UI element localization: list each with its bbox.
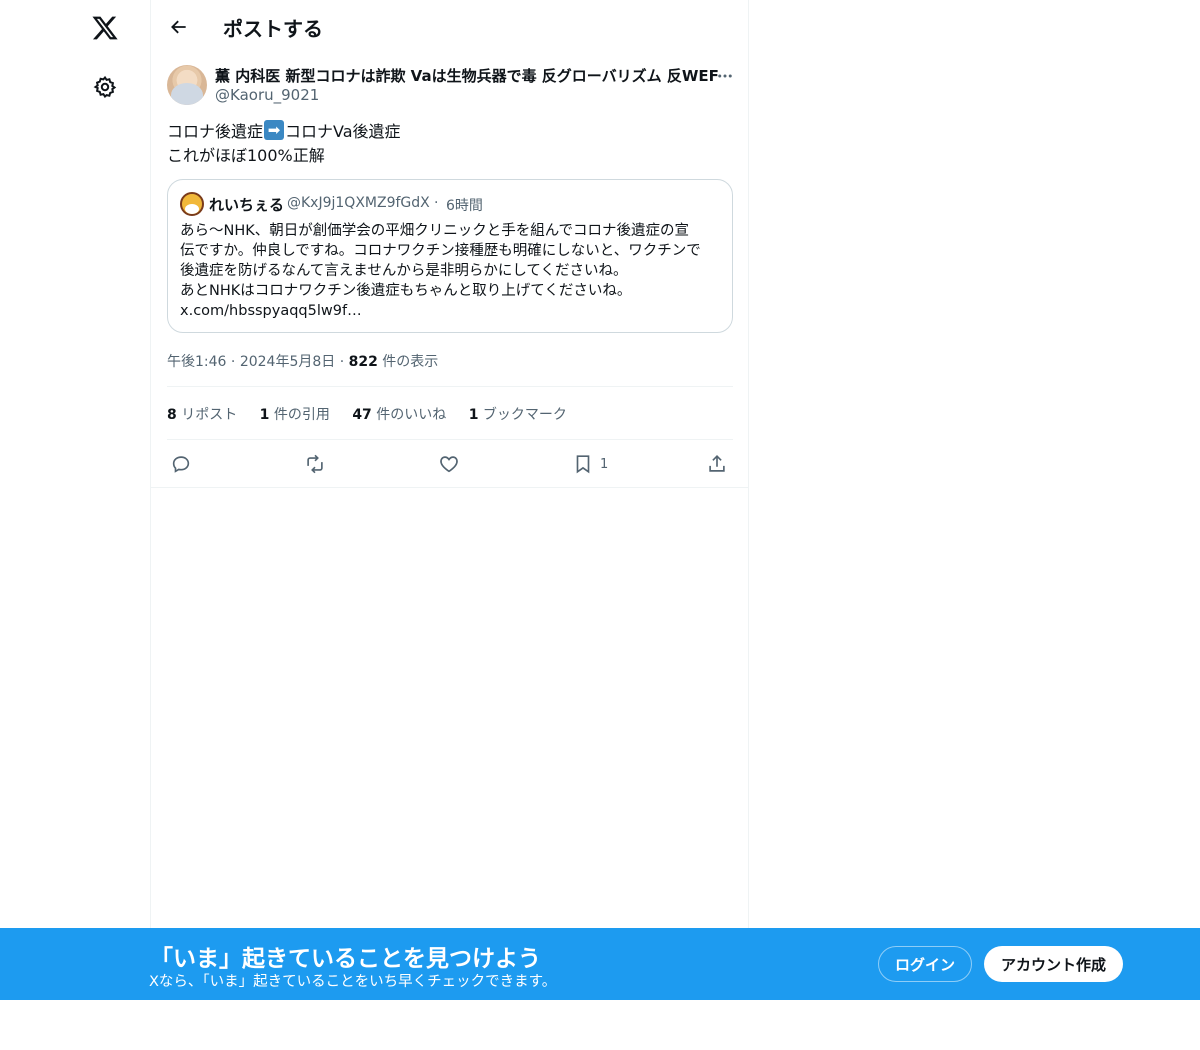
quote-text: あら〜NHK、朝日が創価学会の平畑クリニックと手を組んでコロナ後遺症の宣 伝です… [180, 221, 722, 321]
tweet-text-line: これがほぼ100%正解 [167, 146, 325, 165]
bookmark-count: 1 [600, 456, 609, 472]
quotes-label: 件の引用 [269, 407, 330, 423]
heart-icon [440, 456, 458, 473]
divider [167, 439, 733, 440]
quote-text-line: あとNHKはコロナワクチン後遺症もちゃんと取り上げてくださいね。 [180, 283, 632, 299]
reposts-label: リポスト [176, 407, 238, 423]
quote-text-line: 伝ですか。仲良しですね。コロナワクチン接種歴も明確にしないと、ワクチンで [180, 243, 701, 259]
x-logo-icon[interactable] [87, 10, 123, 46]
tweet-text: コロナ後遺症 コロナVa後遺症 これがほぼ100%正解 [167, 120, 733, 168]
quote-time: 6時間 [446, 198, 483, 214]
quotes-count: 1 [259, 407, 270, 423]
repost-button[interactable] [304, 449, 326, 479]
signup-button[interactable]: アカウント作成 [984, 946, 1123, 982]
main-column: ポストする 薫 内科医 新型コロナは詐欺 Vaは生物兵器で毒 反グローバリズム … [150, 0, 749, 928]
bookmarks-count: 1 [468, 407, 479, 423]
quote-author-name: れいちぇる [209, 196, 285, 214]
banner-subtitle: Xなら、「いま」起きていることをいち早くチェックできます。 [149, 974, 557, 990]
divider [167, 386, 733, 387]
views-count: 822 [348, 354, 378, 370]
tweet-actions: 1 [167, 449, 733, 479]
like-button[interactable] [438, 449, 460, 479]
quote-text-line: 後遺症を防げるなんて言えませんから是非明らかにしてくださいね。 [180, 263, 628, 279]
arrow-right-emoji-icon [264, 120, 285, 140]
tweet-time[interactable]: 午後1:46 [167, 354, 226, 370]
tweet-date[interactable]: 2024年5月8日 [240, 354, 335, 370]
sidebar [0, 0, 150, 1050]
reposts-count: 8 [167, 407, 177, 423]
tweet-text-part: コロナVa後遺症 [285, 122, 401, 141]
reply-button[interactable] [170, 449, 192, 479]
views-label: 件の表示 [377, 354, 439, 370]
divider [151, 487, 749, 488]
login-button[interactable]: ログイン [878, 946, 972, 982]
quote-author-handle: @KxJ9j1QXMZ9fGdX [287, 195, 430, 211]
header: ポストする [151, 0, 749, 54]
likes-label: 件のいいね [371, 407, 447, 423]
quote-link[interactable]: x.com/hbsspyaqq5lw9f… [180, 301, 722, 321]
quoted-tweet[interactable]: れいちぇる @KxJ9j1QXMZ9fGdX · 6時間 あら〜NHK、朝日が創… [167, 179, 733, 333]
repost-icon [307, 454, 323, 474]
more-icon[interactable] [713, 64, 737, 88]
bookmark-icon [576, 455, 590, 474]
bookmark-button[interactable]: 1 [572, 449, 608, 479]
reply-icon [172, 456, 190, 473]
author-name[interactable]: 薫 内科医 新型コロナは詐欺 Vaは生物兵器で毒 反グローバリズム 反WEF [215, 65, 719, 86]
author-handle[interactable]: @Kaoru_9021 [215, 86, 319, 104]
signup-banner: 「いま」起きていることを見つけよう Xなら、「いま」起きていることをいち早くチェ… [0, 928, 1200, 1000]
share-button[interactable] [706, 449, 728, 479]
separator-dot: · [230, 354, 240, 370]
quotes-stat[interactable]: 1 件の引用 [260, 407, 330, 423]
likes-stat[interactable]: 47 件のいいね [352, 407, 446, 423]
tweet-text-part: コロナ後遺症 [167, 122, 264, 141]
reposts-stat[interactable]: 8 リポスト [167, 407, 237, 423]
separator-dot: · [339, 354, 349, 370]
tweet-stats: 8 リポスト 1 件の引用 47 件のいいね 1 ブックマーク [167, 404, 585, 424]
back-arrow-icon[interactable] [164, 12, 194, 42]
bookmarks-stat[interactable]: 1 ブックマーク [469, 407, 567, 423]
bookmarks-label: ブックマーク [478, 407, 567, 423]
separator-dot: · [434, 195, 439, 211]
tweet-meta: 午後1:46 · 2024年5月8日 · 822 件の表示 [167, 351, 438, 371]
quote-text-line: あら〜NHK、朝日が創価学会の平畑クリニックと手を組んでコロナ後遺症の宣 [180, 223, 690, 239]
avatar[interactable] [167, 65, 207, 105]
page-title: ポストする [223, 17, 323, 41]
banner-title: 「いま」起きていることを見つけよう [150, 946, 541, 972]
quote-avatar [180, 192, 204, 216]
share-icon [709, 455, 725, 472]
gear-icon[interactable] [87, 69, 123, 105]
tweet-author: 薫 内科医 新型コロナは詐欺 Vaは生物兵器で毒 反グローバリズム 反WEF @… [167, 64, 733, 108]
likes-count: 47 [352, 407, 372, 423]
